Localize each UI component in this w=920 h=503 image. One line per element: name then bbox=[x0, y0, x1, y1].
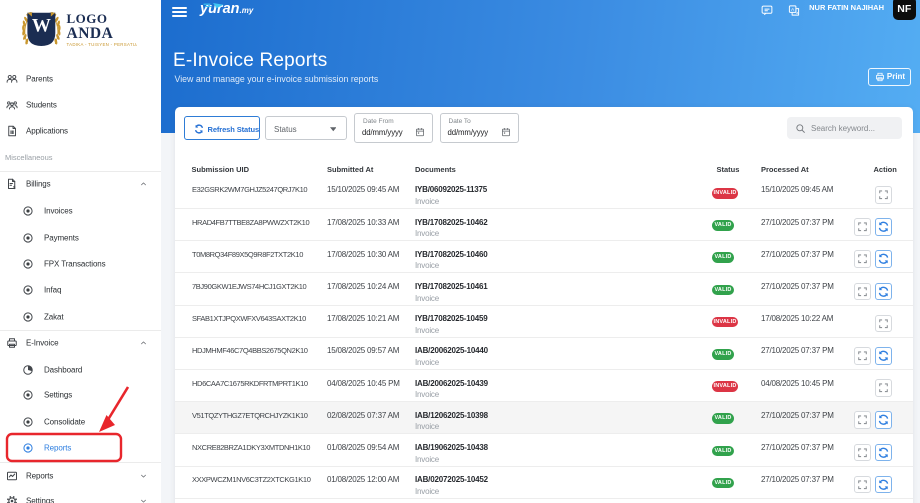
svg-text:ANDA: ANDA bbox=[67, 25, 114, 42]
svg-text:$: $ bbox=[12, 185, 15, 190]
svg-text:TADIKA - TUISYEN - PERSATUAN: TADIKA - TUISYEN - PERSATUAN bbox=[67, 42, 138, 47]
svg-text:W: W bbox=[32, 16, 51, 37]
svg-text:LOGO: LOGO bbox=[67, 11, 108, 26]
